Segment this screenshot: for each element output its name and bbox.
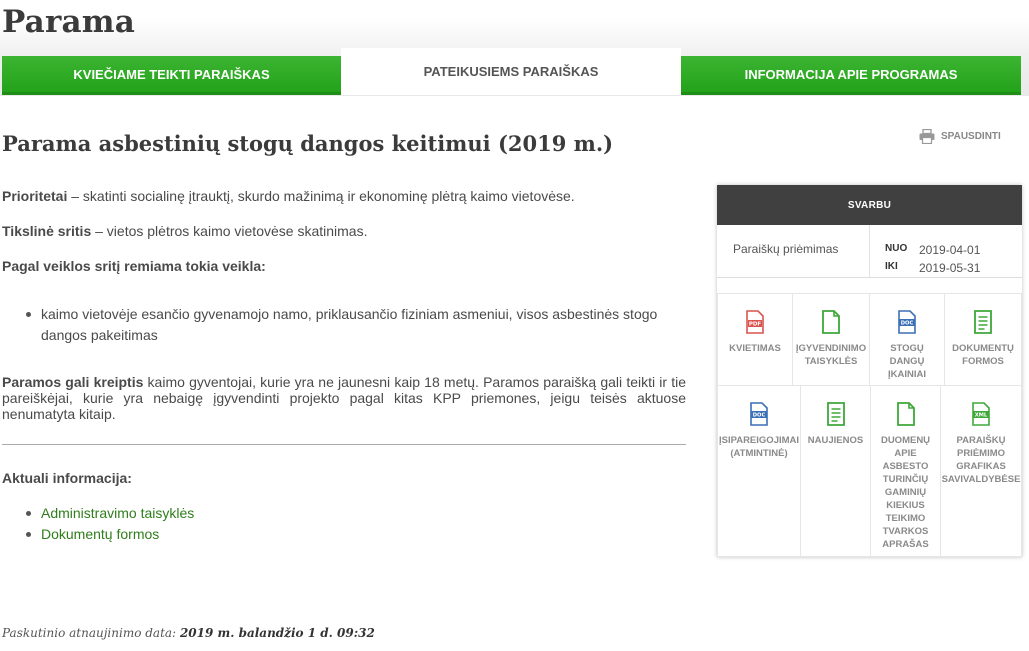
doc-tile-label: ĮGYVENDINIMO TAISYKLĖS (795, 343, 867, 367)
date-from-key: NUO (885, 243, 908, 254)
link-administravimo-taisykles[interactable]: Administravimo taisyklės (41, 505, 194, 521)
doc-icon: DOC (750, 402, 768, 426)
last-updated: Paskutinio atnaujinimo data: 2019 m. bal… (2, 626, 375, 640)
doc-tile-stogu-dangu-ikainiai[interactable]: DOC STOGŲ DANGŲ ĮKAINIAI (869, 293, 945, 386)
priorities-text: – skatinti socialinę įtrauktį, skurdo ma… (67, 188, 575, 204)
tab-informacija[interactable]: INFORMACIJA APIE PROGRAMAS (681, 56, 1021, 95)
last-updated-label: Paskutinio atnaujinimo data: (2, 626, 177, 640)
svg-text:DOC: DOC (753, 413, 766, 419)
doc-tile-label: ĮSIPAREIGOJIMAI (ATMINTINĖ) (718, 435, 800, 459)
doc-tile-label: DUOMENŲ APIE ASBESTO TURINČIŲ GAMINIŲ KI… (880, 435, 931, 550)
eligibility-paragraph: Paramos gali kreiptis kaimo gyventojai, … (2, 374, 686, 422)
form-icon (826, 402, 845, 426)
printer-icon (919, 129, 935, 144)
article-title: Parama asbestinių stogų dangos keitimui … (2, 131, 614, 156)
divider (2, 444, 686, 445)
relevant-links: Administravimo taisyklės Dokumentų formo… (2, 503, 194, 545)
doc-tile-duomenu-apie-asbesta[interactable]: DUOMENŲ APIE ASBESTO TURINČIŲ GAMINIŲ KI… (870, 385, 941, 557)
main-tabs: KVIEČIAME TEIKTI PARAIŠKAS PATEIKUSIEMS … (2, 48, 1021, 95)
pdf-icon: PDF (746, 310, 764, 334)
target-area-paragraph: Tikslinė sritis – vietos plėtros kaimo v… (2, 221, 367, 242)
doc-tile-label: NAUJIENOS (807, 435, 864, 446)
tab-kvieciame[interactable]: KVIEČIAME TEIKTI PARAIŠKAS (2, 56, 341, 95)
target-area-label: Tikslinė sritis (2, 223, 92, 239)
relevant-info-heading: Aktuali informacija: (2, 470, 132, 486)
print-button[interactable]: SPAUSDINTI (919, 129, 1001, 144)
doc-tile-dokumentu-formos[interactable]: DOKUMENTŲ FORMOS (944, 293, 1022, 386)
dates-divider (869, 225, 870, 278)
list-item: Dokumentų formos (2, 524, 194, 545)
list-item: Administravimo taisyklės (2, 503, 194, 524)
page-title: Parama (2, 4, 136, 40)
doc-tile-label: KVIETIMAS (729, 343, 781, 354)
document-icon (822, 310, 840, 334)
svg-text:XML: XML (975, 413, 988, 419)
svg-text:PDF: PDF (749, 322, 762, 328)
link-dokumentu-formos[interactable]: Dokumentų formos (41, 526, 159, 542)
doc-icon: DOC (898, 310, 916, 334)
panel-heading: SVARBU (717, 185, 1022, 225)
doc-tile-isipareigojimai[interactable]: DOC ĮSIPAREIGOJIMAI (ATMINTINĖ) (717, 385, 801, 557)
target-area-text: – vietos plėtros kaimo vietovėse skatini… (91, 223, 368, 239)
date-from-row: NUO 2019-04-01 (885, 243, 980, 257)
date-to-row: IKI 2019-05-31 (885, 261, 980, 275)
priorities-paragraph: Prioritetai – skatinti socialinę įtraukt… (2, 186, 575, 207)
doc-tile-kvietimas[interactable]: PDF KVIETIMAS (717, 293, 793, 386)
doc-tile-label: PARAIŠKŲ PRIĖMIMO GRAFIKAS SAVIVALDYBĖSE (941, 435, 1021, 485)
date-to-key: IKI (885, 261, 898, 272)
doc-tile-paraisku-priemimo-grafikas[interactable]: XML PARAIŠKŲ PRIĖMIMO GRAFIKAS SAVIVALDY… (940, 385, 1022, 557)
application-label: Paraiškų priėmimas (733, 242, 839, 256)
last-updated-value: 2019 m. balandžio 1 d. 09:32 (179, 626, 375, 640)
list-item: kaimo vietovėje esančio gyvenamojo namo,… (2, 304, 686, 346)
document-icon (896, 402, 915, 426)
application-dates: Paraiškų priėmimas NUO 2019-04-01 IKI 20… (717, 225, 1022, 278)
print-label: SPAUSDINTI (941, 131, 1001, 142)
doc-tile-label: DOKUMENTŲ FORMOS (952, 343, 1014, 367)
priorities-label: Prioritetai (2, 188, 68, 204)
doc-tile-naujienos[interactable]: NAUJIENOS (800, 385, 871, 557)
doc-tile-label: STOGŲ DANGŲ ĮKAINIAI (888, 343, 926, 380)
eligibility-label: Paramos gali kreiptis (2, 374, 144, 390)
activity-list: kaimo vietovėje esančio gyvenamojo namo,… (2, 304, 686, 346)
form-icon (974, 310, 992, 334)
svg-text:DOC: DOC (901, 321, 914, 327)
tab-pateikusiems[interactable]: PATEIKUSIEMS PARAIŠKAS (341, 48, 681, 95)
important-panel: SVARBU Paraiškų priėmimas NUO 2019-04-01… (717, 185, 1022, 557)
date-to-value: 2019-05-31 (919, 261, 981, 275)
activity-heading: Pagal veiklos sritį remiama tokia veikla… (2, 258, 266, 274)
doc-tile-igyvendinimo-taisykles[interactable]: ĮGYVENDINIMO TAISYKLĖS (792, 293, 870, 386)
date-from-value: 2019-04-01 (919, 243, 981, 257)
xml-icon: XML (972, 402, 990, 426)
